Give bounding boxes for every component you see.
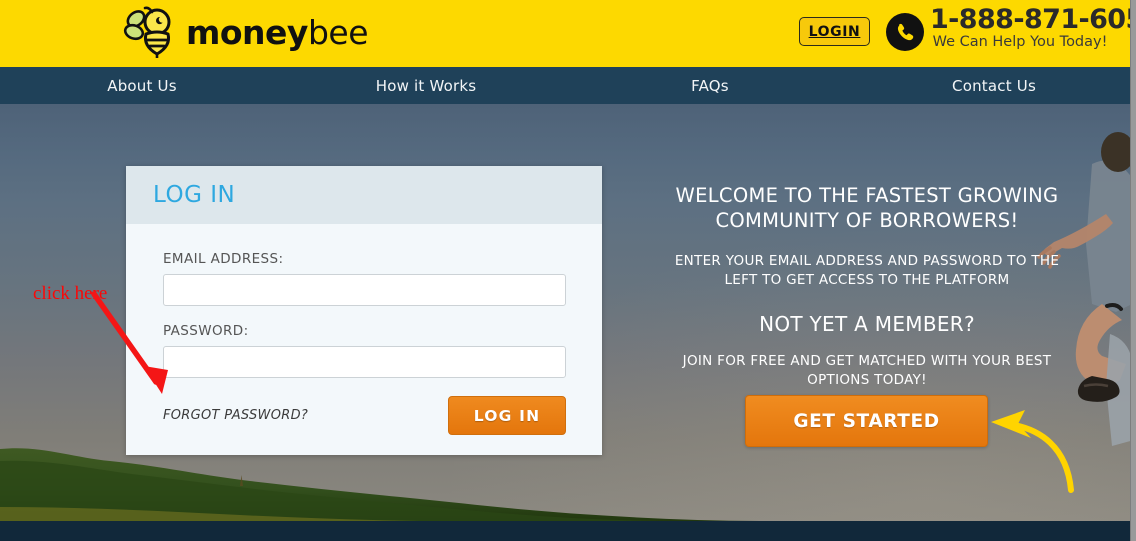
nav-item-about-us[interactable]: About Us <box>0 77 284 95</box>
main-navigation: About Us How it Works FAQs Contact Us <box>0 67 1136 104</box>
logo-word-money: money <box>186 12 308 52</box>
site-footer <box>0 521 1136 541</box>
site-logo[interactable]: moneybee <box>122 6 369 58</box>
nav-item-faqs[interactable]: FAQs <box>568 77 852 95</box>
page-root: moneybee LOGIN 1-888-871-6050 We Can Hel… <box>0 0 1136 541</box>
password-label: PASSWORD: <box>163 323 249 339</box>
get-started-button[interactable]: GET STARTED <box>745 395 988 447</box>
promo-block: WELCOME TO THE FASTEST GROWING COMMUNITY… <box>660 183 1074 390</box>
logo-word-bee: bee <box>307 12 369 52</box>
bee-icon <box>123 6 171 58</box>
promo-headline: WELCOME TO THE FASTEST GROWING COMMUNITY… <box>675 184 1059 232</box>
window-scrollbar[interactable] <box>1130 0 1136 541</box>
login-panel-title: LOG IN <box>153 182 236 208</box>
login-panel-footer: FORGOT PASSWORD? LOG IN <box>163 396 566 435</box>
promo-headline-secondary: NOT YET A MEMBER? <box>759 312 975 336</box>
nav-item-contact-us[interactable]: Contact Us <box>852 77 1136 95</box>
promo-subtext-secondary: JOIN FOR FREE AND GET MATCHED WITH YOUR … <box>682 353 1052 388</box>
login-submit-button[interactable]: LOG IN <box>448 396 566 435</box>
field-spacer <box>163 306 565 323</box>
phone-block: 1-888-871-6050 We Can Help You Today! <box>930 4 1136 50</box>
login-panel-body: EMAIL ADDRESS: PASSWORD: FORGOT PASSWORD… <box>126 224 602 435</box>
phone-tagline: We Can Help You Today! <box>932 34 1108 50</box>
promo-subtext: ENTER YOUR EMAIL ADDRESS AND PASSWORD TO… <box>674 253 1060 288</box>
email-label: EMAIL ADDRESS: <box>163 251 284 267</box>
email-input[interactable] <box>163 274 566 306</box>
login-panel-header: LOG IN <box>126 166 602 224</box>
nav-item-how-it-works[interactable]: How it Works <box>284 77 568 95</box>
login-panel: LOG IN EMAIL ADDRESS: PASSWORD: FORGOT P… <box>126 166 602 455</box>
password-input[interactable] <box>163 346 566 378</box>
logo-wordmark: moneybee <box>186 12 369 52</box>
header-login-button[interactable]: LOGIN <box>799 17 870 46</box>
phone-number[interactable]: 1-888-871-6050 <box>930 4 1136 35</box>
phone-icon <box>886 13 924 51</box>
site-header: moneybee LOGIN 1-888-871-6050 We Can Hel… <box>0 0 1136 67</box>
forgot-password-link[interactable]: FORGOT PASSWORD? <box>163 408 308 423</box>
